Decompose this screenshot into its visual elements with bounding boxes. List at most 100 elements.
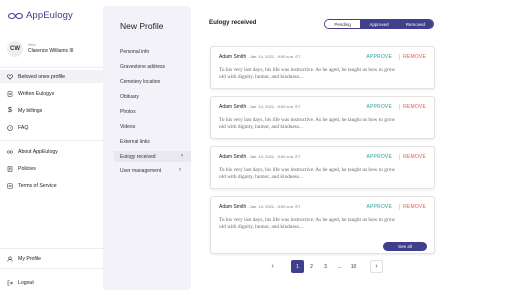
eulogy-text: To his very last days, his life was inst… (219, 167, 424, 182)
author-name: Adam Smith (219, 154, 247, 160)
remove-button[interactable]: REMOVE (403, 154, 426, 160)
panel-item-personal-info[interactable]: Personal info (120, 49, 149, 55)
chevron-right-icon: › (181, 153, 183, 159)
sidebar-item-label: Written Eulogys (18, 90, 55, 97)
sidebar-item-terms-of-service[interactable]: Terms of Service (0, 179, 103, 192)
sidebar: AppEulogy CW Hello Clarence Williams III… (0, 0, 103, 296)
sidebar-item-beloved-ones-profile[interactable]: Beloved ones profile (0, 70, 103, 83)
eulogy-text-line: To his very last days, his life was inst… (219, 217, 396, 223)
heart-icon (7, 73, 13, 80)
sidebar-item-policies[interactable]: Policies (0, 162, 103, 175)
sidebar-item-logout[interactable]: Logout (0, 276, 103, 289)
divider (0, 140, 103, 141)
see-all-button[interactable]: See all (383, 242, 427, 251)
approve-button[interactable]: APPROVE (366, 204, 392, 210)
divider (0, 268, 103, 269)
panel-item-user-management[interactable]: User management (120, 168, 161, 174)
chevron-right-icon: › (179, 167, 181, 173)
sidebar-item-label: My Profile (18, 255, 42, 262)
person-icon (7, 255, 13, 262)
pager-spacer (280, 260, 290, 273)
dollar-icon: $ (8, 107, 12, 114)
infinity-icon (7, 149, 13, 155)
user-name: Clarence Williams III (28, 47, 74, 54)
post-date: - Jan. 14, 2021 - 9:00 a.m. ET (246, 104, 301, 109)
page-ellipsis: ... (337, 263, 342, 270)
sidebar-item-about-appeulogy[interactable]: About AppEulogy (0, 145, 103, 158)
panel-item-external-links[interactable]: External links (120, 139, 150, 145)
eulogy-text-line: old with dignity, humor, and kindness... (219, 74, 303, 81)
eulogy-text: To his very last days, his life was inst… (219, 117, 424, 132)
tab-pending[interactable]: Pending (325, 20, 361, 28)
svg-text:?: ? (9, 126, 11, 130)
page-button[interactable]: 1 (291, 260, 304, 273)
approve-button[interactable]: APPROVE (366, 104, 392, 110)
panel-title: New Profile (120, 21, 164, 31)
post-date: - Jan. 14, 2021 - 9:00 a.m. ET (246, 204, 301, 209)
panel-item-obituary[interactable]: Obituary (120, 94, 139, 100)
eulogy-text-line: old with dignity, humor, and kindness... (219, 174, 303, 181)
remove-button[interactable]: REMOVE (403, 104, 426, 110)
sidebar-item-label: Beloved ones profile (18, 73, 66, 80)
author-name: Adam Smith (219, 204, 247, 210)
eulogy-card: Adam Smith - Jan. 14, 2021 - 9:00 a.m. E… (210, 96, 435, 139)
eulogy-text-line: To his very last days, his life was inst… (219, 67, 396, 73)
divider (399, 54, 400, 60)
sidebar-item-faq[interactable]: ? FAQ (0, 121, 103, 134)
page-button[interactable]: 10 (347, 260, 360, 273)
remove-button[interactable]: REMOVE (403, 54, 426, 60)
panel-item-photos[interactable]: Photos (120, 109, 136, 115)
panel-item-videos[interactable]: Videos (120, 124, 135, 130)
tab-removed[interactable]: Removed (396, 20, 433, 28)
panel-item-eulogy-received[interactable]: Eulogy received › (114, 151, 191, 162)
eulogy-text-line: old with dignity, humor, and kindness... (219, 224, 303, 231)
eulogy-text: To his very last days, his life was inst… (219, 67, 424, 82)
app-name: AppEulogy (26, 10, 73, 21)
page-button[interactable]: 2 (305, 260, 318, 273)
page-button[interactable]: 3 (319, 260, 332, 273)
divider (0, 248, 103, 249)
tab-approved[interactable]: Approved (360, 20, 397, 28)
eulogy-card: Adam Smith - Jan. 14, 2021 - 9:00 a.m. E… (210, 146, 435, 189)
pager-spacer (361, 260, 369, 273)
infinity-logo-icon (8, 12, 23, 19)
prev-page-button[interactable]: ‹ (266, 260, 279, 273)
sidebar-item-label: Terms of Service (18, 182, 57, 189)
remove-button[interactable]: REMOVE (403, 204, 426, 210)
eulogy-text-line: To his very last days, his life was inst… (219, 167, 396, 173)
policy-icon (7, 165, 13, 172)
author-name: Adam Smith (219, 54, 247, 60)
divider (399, 204, 400, 210)
app-logo[interactable]: AppEulogy (8, 10, 73, 21)
avatar: CW (7, 41, 23, 57)
terms-icon (7, 182, 13, 189)
panel-item-cemetery-location[interactable]: Cemetery location (120, 79, 160, 85)
help-icon: ? (7, 124, 13, 131)
status-tabs: Pending Approved Removed (324, 19, 434, 29)
eulogy-text-line: To his very last days, his life was inst… (219, 117, 396, 123)
pagination: ‹ 1 2 3 ... 10 › (266, 260, 384, 273)
divider (0, 67, 103, 68)
sidebar-item-my-billings[interactable]: $ My billings (0, 104, 103, 117)
sidebar-item-my-profile[interactable]: My Profile (0, 252, 103, 265)
sidebar-item-written-eulogys[interactable]: Written Eulogys (0, 87, 103, 100)
profile-panel: New Profile Personal info Gravestone add… (103, 6, 191, 290)
divider (399, 154, 400, 160)
divider (399, 104, 400, 110)
document-icon (7, 90, 13, 97)
panel-item-gravestone-address[interactable]: Gravestone address (120, 64, 165, 70)
user-card: CW Hello Clarence Williams III (7, 41, 74, 57)
logout-icon (7, 279, 13, 286)
sidebar-item-label: FAQ (18, 124, 29, 131)
sidebar-item-label: My billings (18, 107, 43, 114)
sidebar-item-label: Logout (18, 279, 34, 286)
eulogy-text-line: old with dignity, humor, and kindness... (219, 124, 303, 131)
approve-button[interactable]: APPROVE (366, 154, 392, 160)
next-page-button[interactable]: › (370, 260, 383, 273)
post-date: - Jan. 14, 2021 - 9:00 a.m. ET (246, 54, 301, 59)
sidebar-item-label: Policies (18, 165, 36, 172)
eulogy-text: To his very last days, his life was inst… (219, 217, 424, 232)
post-date: - Jan. 14, 2021 - 9:00 a.m. ET (246, 154, 301, 159)
approve-button[interactable]: APPROVE (366, 54, 392, 60)
panel-item-label: Eulogy received (120, 153, 156, 160)
